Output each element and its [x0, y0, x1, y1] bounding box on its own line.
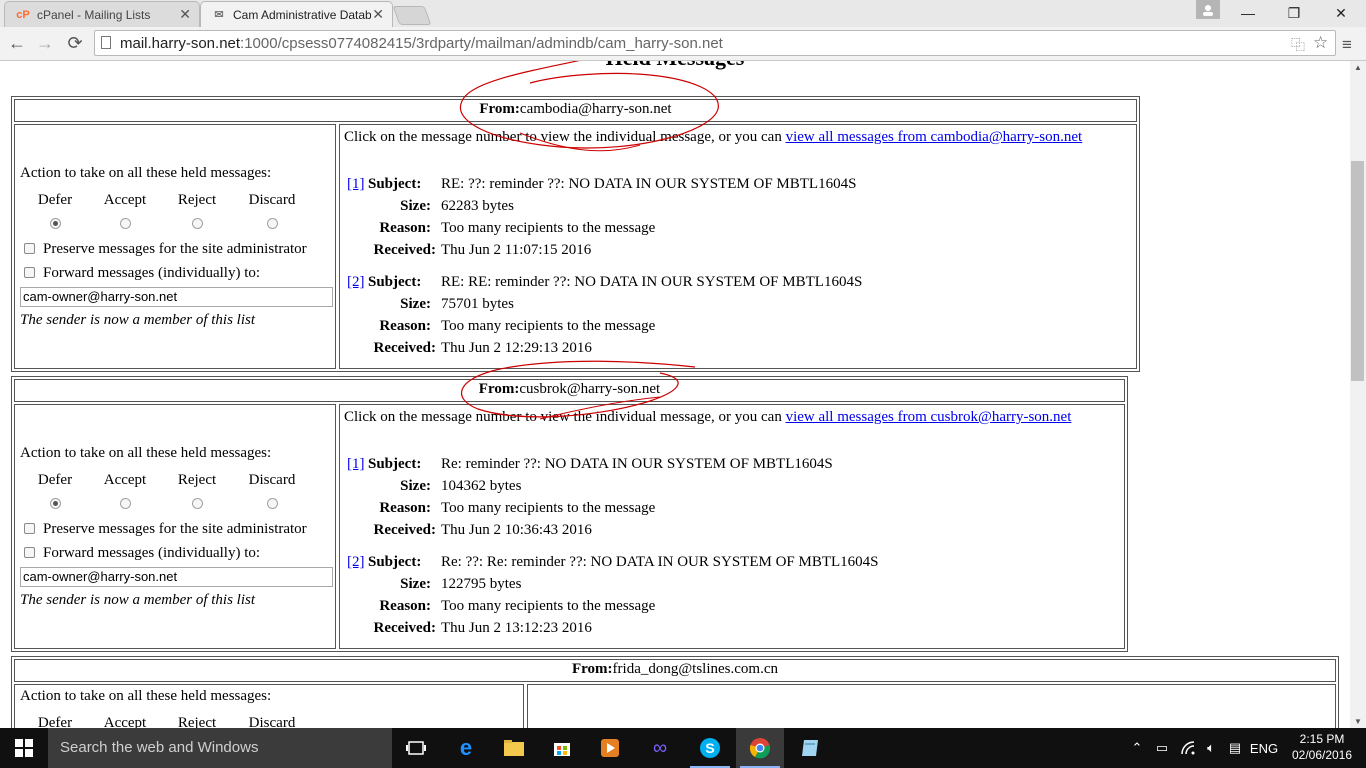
- skype-icon[interactable]: S: [686, 728, 734, 768]
- clock-date: 02/06/2016: [1291, 748, 1353, 762]
- browser-toolbar: ← → ⟳ mail.harry-son.net:1000/cpsess0774…: [0, 27, 1366, 61]
- translate-icon[interactable]: ⿻: [1291, 35, 1305, 55]
- annotation-circle: [459, 61, 719, 149]
- volume-icon[interactable]: 🔈︎: [1200, 728, 1222, 768]
- tab-cpanel[interactable]: cP cPanel - Mailing Lists ✕: [4, 1, 200, 27]
- file-explorer-icon[interactable]: [490, 728, 538, 768]
- scroll-down-icon[interactable]: ▼: [1354, 717, 1362, 726]
- wifi-icon[interactable]: [1176, 728, 1200, 768]
- task-view-icon[interactable]: [392, 728, 440, 768]
- tab-strip: cP cPanel - Mailing Lists ✕ ✉ Cam Admini…: [0, 0, 1366, 27]
- annotation-stroke: [539, 396, 661, 420]
- annotation-circle: [460, 360, 696, 418]
- url-text[interactable]: mail.harry-son.net:1000/cpsess0774082415…: [120, 35, 723, 52]
- scroll-up-icon[interactable]: ▲: [1354, 63, 1362, 72]
- reload-icon[interactable]: ⟳: [64, 32, 86, 54]
- tab-cam-admin[interactable]: ✉ Cam Administrative Datab ✕: [200, 1, 393, 27]
- language-indicator[interactable]: ENG: [1248, 728, 1280, 768]
- forward-arrow-icon[interactable]: →: [34, 32, 56, 54]
- close-icon[interactable]: ✕: [179, 6, 191, 23]
- windows-start-icon[interactable]: [0, 728, 48, 768]
- notes-app-icon[interactable]: [786, 728, 834, 768]
- media-player-icon[interactable]: [586, 728, 634, 768]
- mail-icon: ✉: [214, 9, 224, 21]
- vertical-scrollbar[interactable]: ▲ ▼: [1350, 61, 1366, 728]
- page-content: Held Messages From:cambodia@harry-son.ne…: [0, 61, 1350, 728]
- taskbar-search-input[interactable]: Search the web and Windows: [48, 728, 392, 768]
- restore-button[interactable]: ❐: [1271, 0, 1317, 26]
- cpanel-icon: cP: [16, 8, 30, 21]
- svg-text:S: S: [705, 740, 714, 756]
- edge-icon[interactable]: e: [442, 728, 490, 768]
- infinity-app-icon[interactable]: ∞: [636, 728, 684, 768]
- scrollbar-thumb[interactable]: [1351, 161, 1364, 381]
- close-icon[interactable]: ✕: [372, 6, 384, 23]
- clock[interactable]: 2:15 PM 02/06/2016: [1282, 731, 1362, 763]
- chrome-icon[interactable]: [736, 728, 784, 768]
- minimize-button[interactable]: —: [1225, 0, 1271, 26]
- user-icon[interactable]: [1196, 0, 1220, 19]
- page-icon: [101, 36, 111, 49]
- close-window-button[interactable]: ✕: [1318, 0, 1364, 26]
- red-annotation-circles: [459, 61, 719, 420]
- store-icon[interactable]: [538, 728, 586, 768]
- bookmark-star-icon[interactable]: ☆: [1313, 33, 1328, 53]
- new-tab-button[interactable]: [392, 6, 432, 25]
- battery-icon[interactable]: ▭: [1150, 728, 1174, 768]
- action-center-icon[interactable]: ▤: [1224, 728, 1246, 768]
- address-bar[interactable]: mail.harry-son.net:1000/cpsess0774082415…: [94, 30, 1336, 56]
- taskbar: Search the web and Windows e ∞ S ⌃ ▭ 🔈︎ …: [0, 728, 1366, 768]
- show-hidden-icons-icon[interactable]: ⌃: [1126, 728, 1148, 768]
- clock-time: 2:15 PM: [1299, 732, 1345, 746]
- tab-title: cPanel - Mailing Lists: [37, 7, 151, 22]
- menu-icon[interactable]: ≡: [1342, 35, 1352, 55]
- tab-title: Cam Administrative Datab: [233, 7, 371, 22]
- back-arrow-icon[interactable]: ←: [6, 32, 28, 54]
